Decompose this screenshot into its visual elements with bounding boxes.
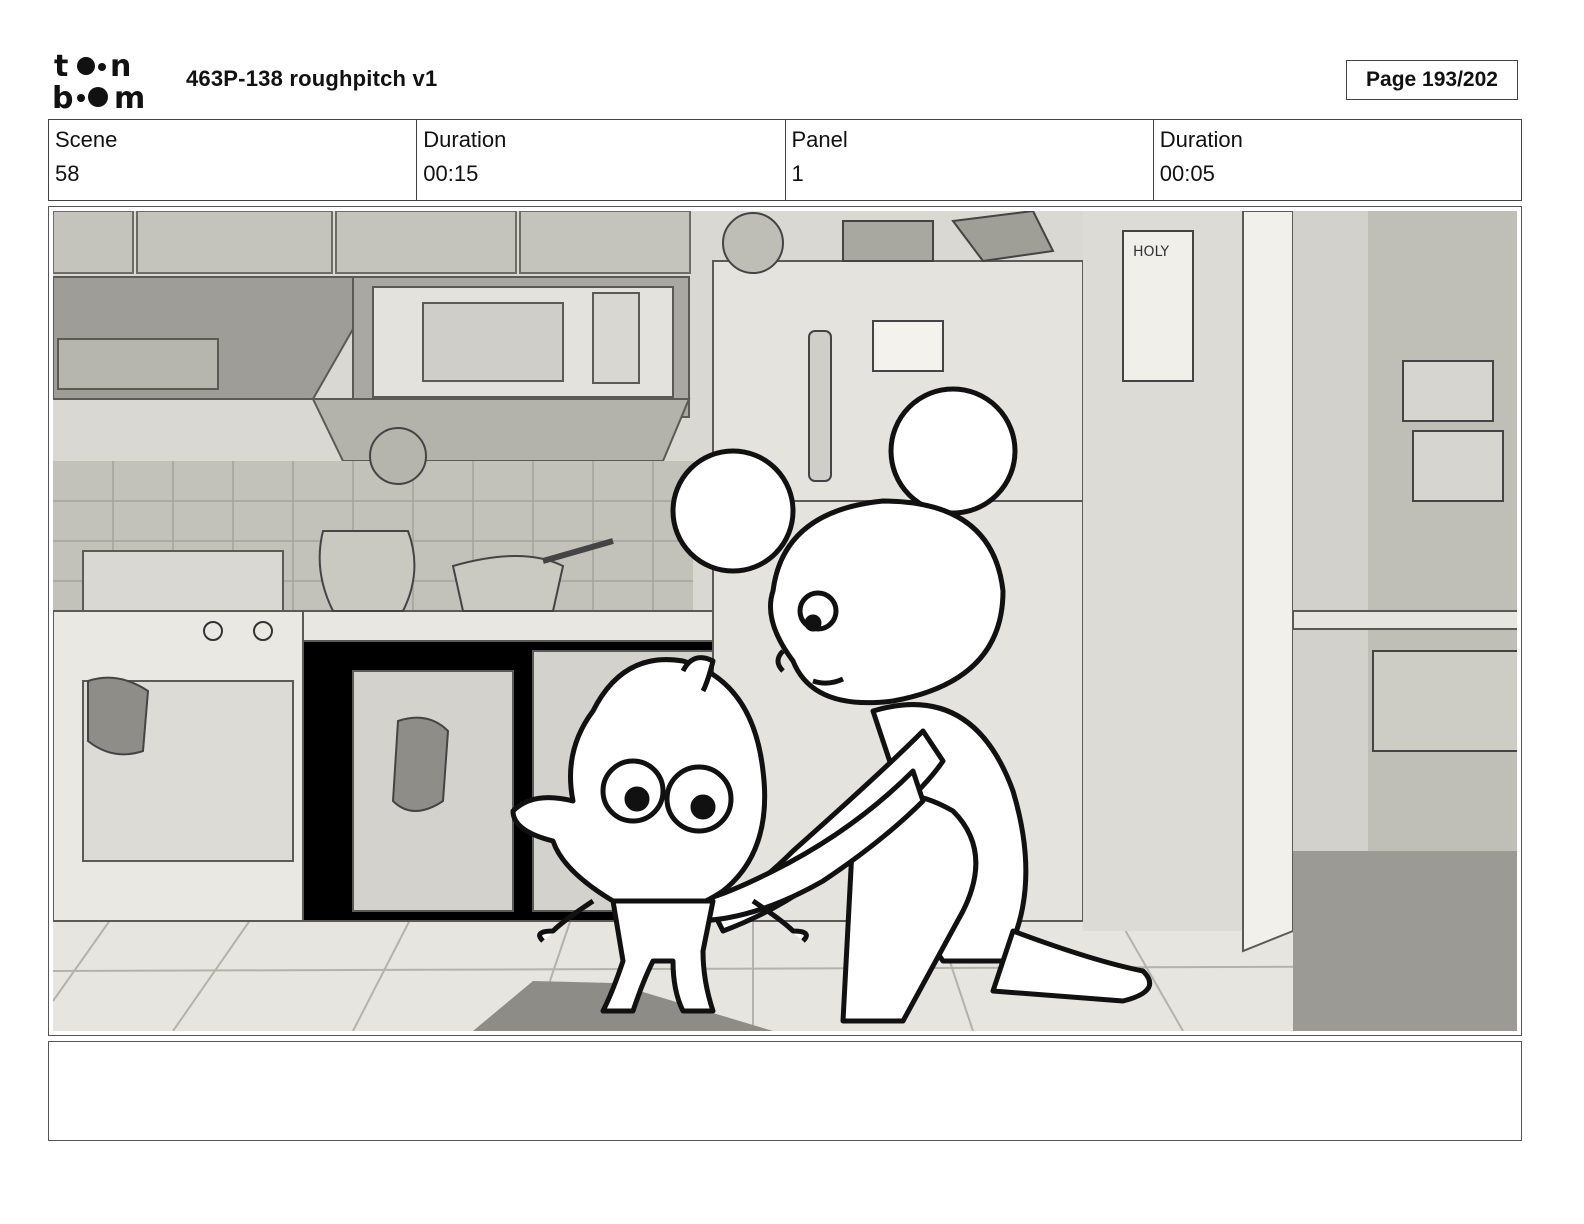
page-indicator-text: Page 193/202 (1366, 68, 1498, 91)
toon-boom-logo: t n b m (52, 49, 164, 116)
panel-notes-box (48, 1041, 1522, 1141)
scene-value: 58 (55, 161, 80, 186)
kitchen-scene-illustration: HOLY (53, 211, 1517, 1031)
scene-duration-label: Duration (423, 127, 507, 152)
svg-text:m: m (114, 81, 145, 112)
panel-duration-label: Duration (1159, 127, 1243, 152)
svg-text:t: t (54, 50, 68, 84)
svg-text:b: b (52, 81, 73, 112)
panel-cell: Panel 1 (786, 120, 1154, 200)
poster-text: HOLY (1133, 244, 1169, 260)
svg-text:n: n (110, 50, 131, 84)
panel-duration-value: 00:05 (1159, 161, 1215, 186)
panel-duration-cell: Duration 00:05 (1154, 120, 1521, 200)
scene-info-table: Scene 58 Duration 00:15 Panel 1 Duration… (48, 119, 1522, 201)
scene-duration-value: 00:15 (423, 161, 479, 186)
scene-label: Scene (55, 127, 118, 152)
scene-duration-cell: Duration 00:15 (417, 120, 786, 200)
storyboard-panel: HOLY (48, 206, 1522, 1036)
panel-value: 1 (791, 161, 804, 186)
open-door (1242, 211, 1294, 953)
panel-label: Panel (791, 127, 848, 152)
scene-cell: Scene 58 (49, 120, 418, 200)
document-title: 463P-138 roughpitch v1 (186, 66, 438, 91)
page-indicator: Page 193/202 (1346, 60, 1518, 100)
